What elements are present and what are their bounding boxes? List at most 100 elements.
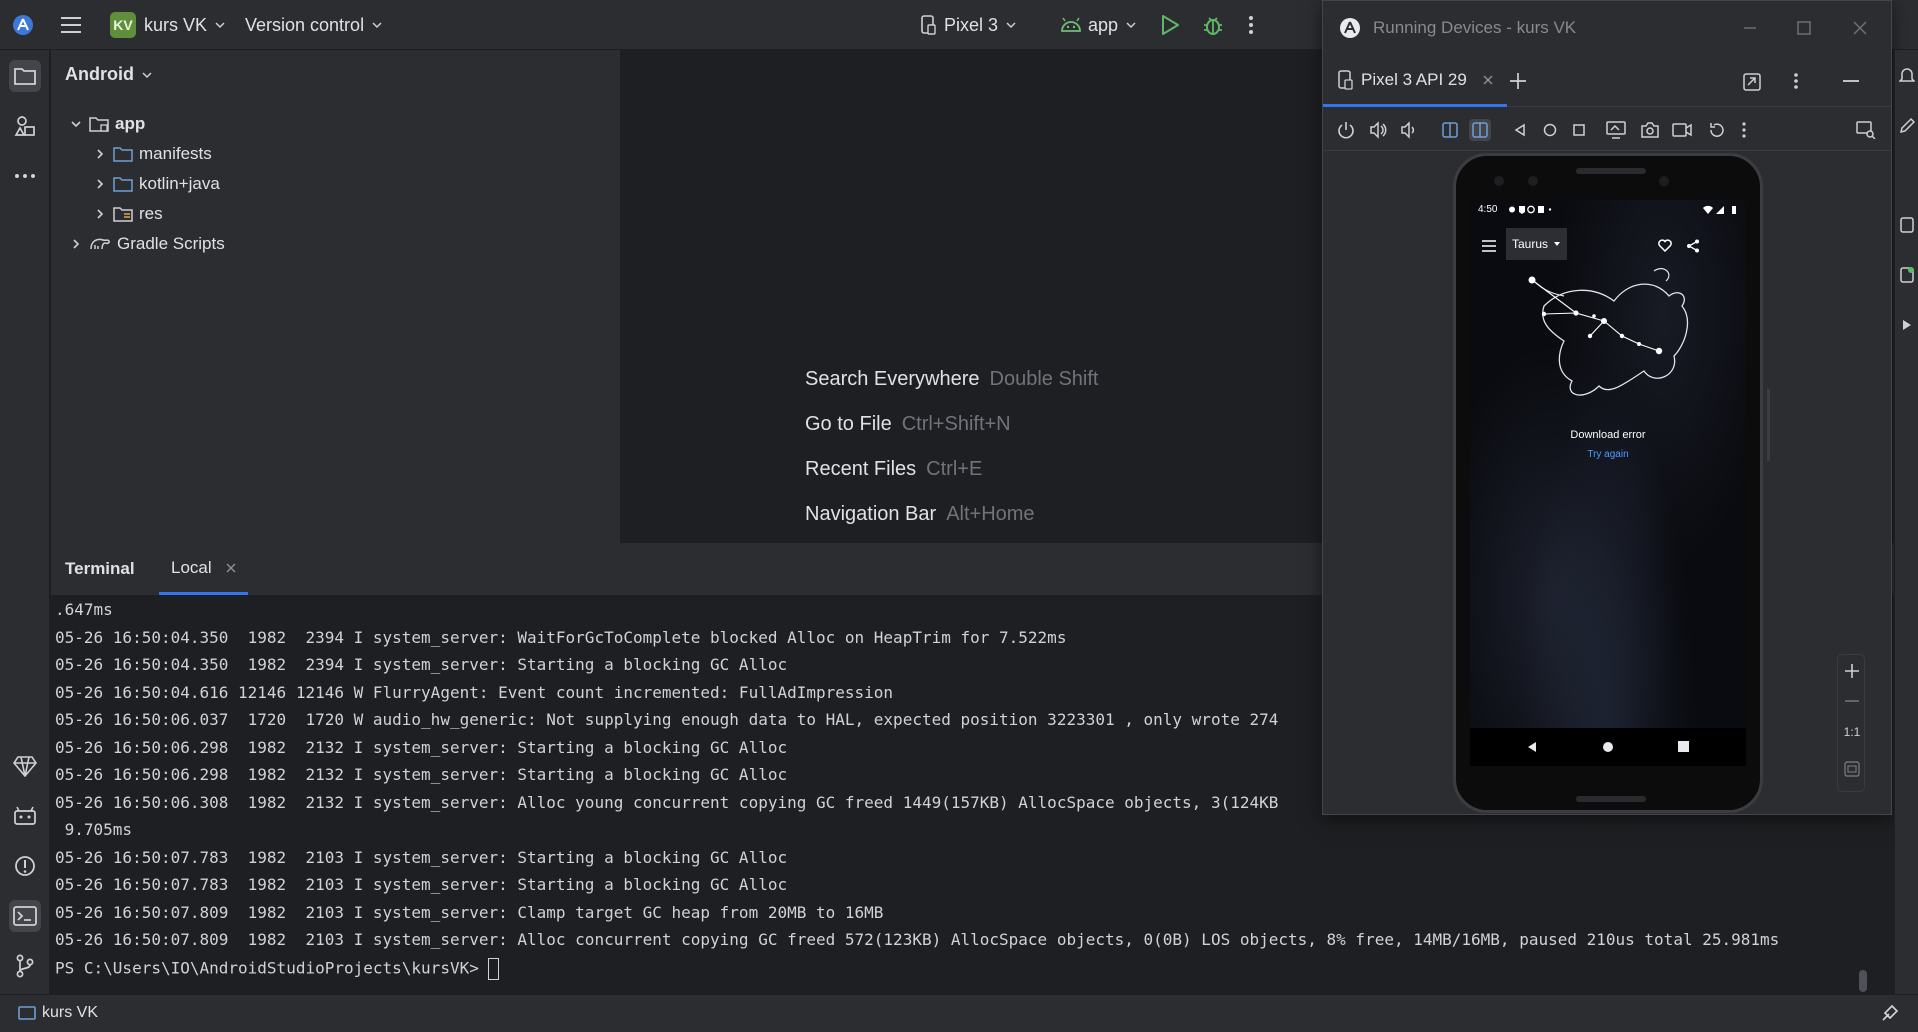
- close-icon[interactable]: [1483, 74, 1493, 85]
- chevron-down-icon: [142, 71, 152, 78]
- hint-recent-files[interactable]: Recent Files Ctrl+E: [805, 458, 982, 481]
- tree-item-kotlin-java[interactable]: kotlin+java: [93, 170, 220, 198]
- try-again-link[interactable]: Try again: [1470, 449, 1746, 460]
- window-title-bar: Running Devices - kurs VK: [1323, 1, 1891, 55]
- edit-icon[interactable]: [1899, 116, 1915, 134]
- project-name: kurs VK: [144, 14, 208, 35]
- detach-window-icon[interactable]: [1743, 73, 1761, 91]
- zoom-in-icon[interactable]: [1844, 663, 1860, 679]
- nav-back-icon[interactable]: [1526, 741, 1538, 753]
- notifications-icon[interactable]: [1899, 66, 1915, 84]
- more-options-icon[interactable]: [1733, 119, 1755, 141]
- tree-item-label: app: [115, 114, 146, 133]
- close-icon[interactable]: [1853, 21, 1867, 35]
- zodiac-dropdown-label: Taurus: [1512, 237, 1549, 251]
- resource-folder-icon: [113, 207, 133, 222]
- zoom-actual-size-button[interactable]: 1:1: [1838, 725, 1866, 739]
- overview-icon[interactable]: [1568, 119, 1590, 141]
- gradle-tool-icon[interactable]: [1899, 216, 1915, 234]
- maximize-icon[interactable]: [1797, 21, 1811, 35]
- volume-down-icon[interactable]: [1398, 119, 1420, 141]
- resource-manager-icon[interactable]: [9, 110, 41, 142]
- tree-item-res[interactable]: res: [93, 200, 163, 228]
- problems-icon[interactable]: [9, 850, 41, 882]
- device-display-area: 4:50 Taurus Download error Try again 1:1: [1323, 151, 1891, 814]
- status-project-breadcrumb[interactable]: kurs VK: [18, 1004, 98, 1022]
- zoom-fit-icon[interactable]: [1844, 761, 1860, 777]
- share-icon[interactable]: [1686, 239, 1700, 253]
- run-config-selector[interactable]: app: [1060, 0, 1136, 50]
- camera-icon[interactable]: [1639, 119, 1661, 141]
- terminal-prompt[interactable]: PS C:\Users\IO\AndroidStudioProjects\kur…: [55, 958, 500, 980]
- terminal-tool-icon[interactable]: [9, 900, 41, 932]
- favorite-heart-icon[interactable]: [1658, 239, 1672, 252]
- zodiac-dropdown[interactable]: Taurus: [1506, 228, 1568, 260]
- debug-button[interactable]: [1202, 0, 1224, 50]
- hint-navigation-bar[interactable]: Navigation Bar Alt+Home: [805, 503, 1035, 526]
- terminal-line: 05-26 16:50:07.783 1982 2103 I system_se…: [55, 875, 788, 894]
- notification-icons: [1508, 205, 1554, 214]
- screen-record-icon[interactable]: [1671, 119, 1693, 141]
- version-control-menu[interactable]: Version control: [245, 0, 382, 50]
- running-devices-tool-icon[interactable]: [1899, 266, 1915, 284]
- device-mirroring-icon[interactable]: [1901, 318, 1913, 332]
- run-button[interactable]: [1160, 0, 1180, 50]
- phone-screen[interactable]: 4:50 Taurus Download error Try again: [1470, 200, 1746, 766]
- chevron-down-icon: [372, 22, 382, 29]
- hide-panel-icon[interactable]: [1843, 80, 1859, 82]
- phone-side-button: [1767, 389, 1770, 461]
- project-tool-icon[interactable]: [9, 60, 41, 92]
- app-logo-icon[interactable]: [12, 0, 34, 50]
- hint-action: Recent Files: [805, 458, 917, 480]
- minimize-icon[interactable]: [1743, 21, 1757, 35]
- power-save-icon[interactable]: [1880, 1003, 1900, 1023]
- chevron-down-icon: [71, 121, 81, 128]
- more-options-icon[interactable]: [1793, 72, 1799, 90]
- screen-mirroring-icon[interactable]: [1605, 119, 1627, 141]
- terminal-scrollbar[interactable]: [1859, 970, 1867, 992]
- more-tools-icon[interactable]: [9, 160, 41, 192]
- nav-home-icon[interactable]: [1602, 741, 1614, 753]
- rotate-right-icon[interactable]: [1469, 119, 1491, 141]
- project-view-selector[interactable]: Android: [65, 64, 152, 85]
- add-icon[interactable]: [1509, 72, 1527, 90]
- chevron-right-icon: [73, 239, 80, 249]
- project-badge: KV: [110, 12, 136, 38]
- volume-up-icon[interactable]: [1367, 119, 1389, 141]
- project-selector[interactable]: KV kurs VK: [110, 0, 225, 50]
- chevron-right-icon: [97, 149, 104, 159]
- run-icon: [1162, 15, 1179, 35]
- speaker-grille: [1576, 168, 1646, 174]
- reset-icon[interactable]: [1706, 119, 1728, 141]
- device-selector[interactable]: Pixel 3: [920, 0, 1016, 50]
- terminal-line: 05-26 16:50:04.350 1982 2394 I system_se…: [55, 628, 1067, 647]
- gemini-icon[interactable]: [9, 750, 41, 782]
- tree-item-gradle-scripts[interactable]: Gradle Scripts: [69, 230, 225, 258]
- git-branch-icon[interactable]: [9, 950, 41, 982]
- window-title: Running Devices - kurs VK: [1373, 18, 1577, 37]
- rotate-left-icon[interactable]: [1439, 119, 1461, 141]
- hamburger-menu-icon[interactable]: [1482, 240, 1496, 252]
- module-folder-icon: [89, 117, 109, 132]
- main-menu-icon[interactable]: [60, 0, 82, 50]
- dropdown-arrow-icon: [1554, 242, 1561, 246]
- terminal-tab-local[interactable]: Local: [159, 543, 248, 595]
- tree-item-app[interactable]: app: [69, 110, 145, 138]
- hint-action: Navigation Bar: [805, 503, 937, 525]
- power-icon[interactable]: [1335, 119, 1357, 141]
- chevron-down-icon: [1126, 22, 1136, 29]
- more-actions-icon[interactable]: [1248, 0, 1254, 50]
- device-explorer-icon[interactable]: [1855, 119, 1877, 141]
- device-tab-pixel3[interactable]: Pixel 3 API 29: [1323, 55, 1507, 107]
- nav-overview-icon[interactable]: [1678, 741, 1689, 752]
- tree-item-manifests[interactable]: manifests: [93, 140, 212, 168]
- back-icon[interactable]: [1509, 119, 1531, 141]
- hint-go-to-file[interactable]: Go to File Ctrl+Shift+N: [805, 413, 1011, 436]
- hint-search-everywhere[interactable]: Search Everywhere Double Shift: [805, 368, 1099, 391]
- device-manager-icon[interactable]: [9, 800, 41, 832]
- terminal-line: 05-26 16:50:07.783 1982 2103 I system_se…: [55, 848, 788, 867]
- zoom-out-icon[interactable]: [1844, 693, 1860, 709]
- device-icon: [1338, 69, 1353, 90]
- close-icon[interactable]: [226, 562, 236, 573]
- home-icon[interactable]: [1539, 119, 1561, 141]
